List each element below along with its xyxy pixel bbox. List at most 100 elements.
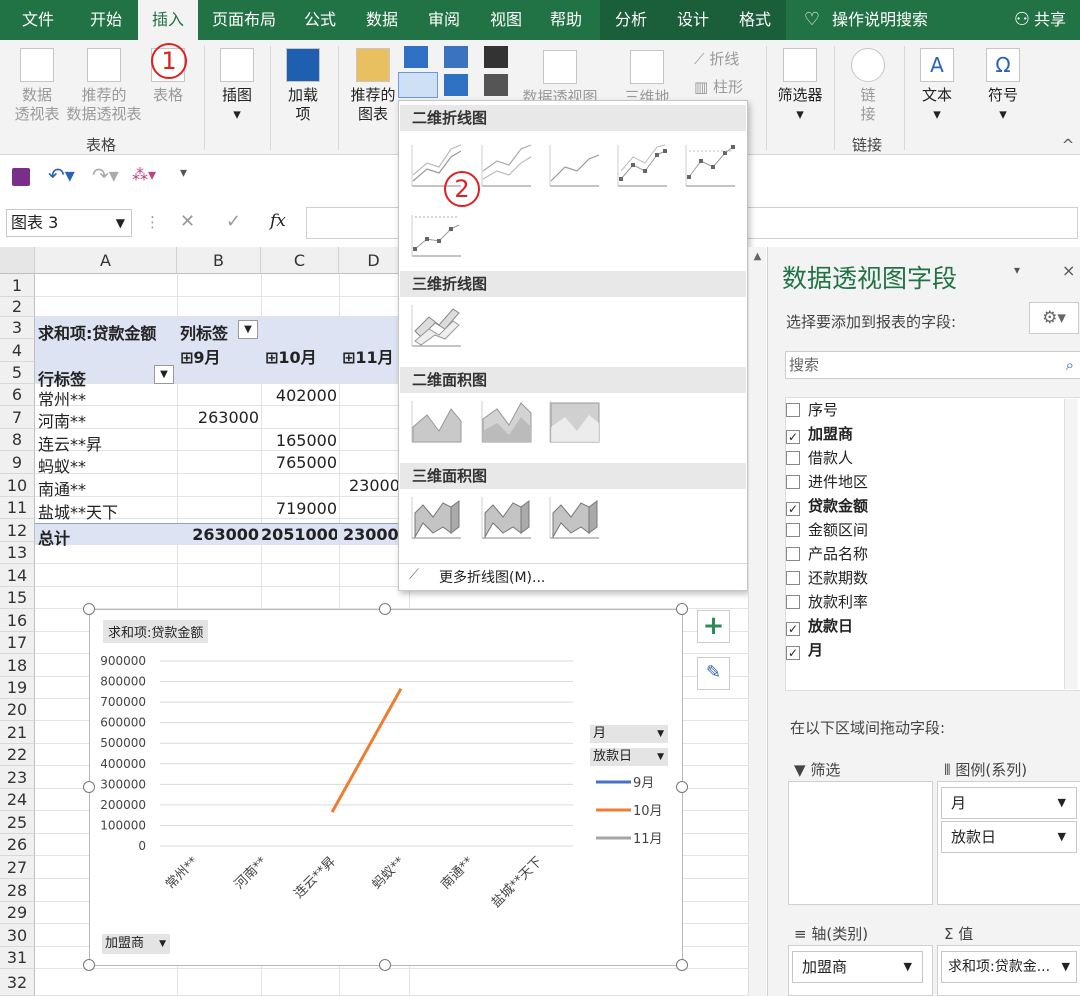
filter-zone[interactable] — [788, 781, 933, 905]
thumb-stacked-area[interactable] — [479, 397, 533, 445]
row-header[interactable]: 1 — [0, 274, 35, 297]
row-header[interactable]: 24 — [0, 789, 35, 811]
row-header[interactable]: 27 — [0, 856, 35, 879]
legend-label[interactable]: 10月 — [633, 804, 663, 819]
symbol-button[interactable]: Ω 符号 ▾ — [980, 48, 1026, 124]
gear-icon[interactable]: ⚙▾ — [1029, 302, 1079, 334]
field-item[interactable]: ✓ 加盟商 — [786, 423, 853, 445]
waterfall-chart-icon[interactable] — [484, 46, 508, 68]
row-header[interactable]: 10 — [0, 474, 35, 497]
field-checkbox[interactable]: ✓ — [786, 502, 800, 516]
column-header-c[interactable]: C — [261, 247, 339, 274]
line-chart-button[interactable] — [398, 72, 438, 98]
row-header[interactable]: 15 — [0, 587, 35, 609]
resize-handle[interactable] — [676, 781, 688, 793]
chart-elements-plus-icon[interactable]: + — [697, 610, 730, 643]
scroll-up-icon[interactable]: ▲ — [749, 251, 766, 262]
tab-formulas[interactable]: 公式 — [292, 0, 348, 40]
cancel-icon[interactable]: ✕ — [180, 211, 195, 232]
values-item[interactable]: 求和项:贷款金... ▼ — [941, 951, 1077, 983]
thumb-stacked-line-markers[interactable] — [683, 141, 737, 189]
column-header-a[interactable]: A — [35, 247, 177, 274]
more-line-charts-link[interactable]: 更多折线图(M)... — [439, 567, 545, 587]
thumb-3d-area[interactable] — [409, 493, 463, 541]
legend-item-date[interactable]: 放款日 ▼ — [941, 821, 1077, 853]
tab-file[interactable]: 文件 — [8, 0, 68, 40]
close-pane-icon[interactable]: × — [1062, 261, 1075, 280]
pivot-chart-button[interactable]: 数据透视图 — [520, 50, 600, 107]
thumb-100-stacked-line[interactable] — [547, 141, 601, 189]
row-header[interactable]: 6 — [0, 384, 35, 406]
row-header[interactable]: 28 — [0, 879, 35, 902]
chart-styles-brush-icon[interactable]: ✎ — [697, 657, 730, 690]
name-box[interactable]: 图表 3 ▼ — [6, 209, 132, 237]
pivot-month-9[interactable]: ⊞9月 — [180, 344, 221, 368]
row-header[interactable]: 8 — [0, 429, 35, 451]
redo-icon[interactable]: ↷▾ — [92, 163, 119, 187]
tab-page-layout[interactable]: 页面布局 — [204, 0, 284, 40]
statistic-chart-icon[interactable] — [444, 74, 468, 96]
save-icon[interactable] — [12, 168, 30, 186]
row-header[interactable]: 30 — [0, 924, 35, 947]
collapse-ribbon-icon[interactable]: ^ — [1060, 136, 1076, 155]
pivot-month-10[interactable]: ⊞10月 — [265, 344, 317, 368]
field-item[interactable]: 序号 — [786, 399, 838, 421]
thumb-area[interactable] — [409, 397, 463, 445]
field-checkbox[interactable]: ✓ — [786, 430, 800, 444]
tab-format[interactable]: 格式 — [724, 0, 786, 40]
row-header[interactable]: 17 — [0, 632, 35, 654]
pivot-chart[interactable]: 900000 800000 700000 600000 500000 400000 3000… — [89, 609, 683, 966]
sparkline-column-button[interactable]: ▥ 柱形 — [694, 78, 754, 97]
row-header[interactable]: 19 — [0, 677, 35, 699]
resize-handle[interactable] — [379, 959, 391, 971]
field-item[interactable]: ✓ 贷款金额 — [786, 495, 868, 517]
resize-handle[interactable] — [83, 781, 95, 793]
resize-handle[interactable] — [83, 603, 95, 615]
row-header[interactable]: 9 — [0, 451, 35, 474]
row-header[interactable]: 26 — [0, 834, 35, 856]
row-labels-filter-button[interactable]: ▼ — [154, 365, 174, 384]
row-header[interactable]: 5 — [0, 362, 35, 384]
text-button[interactable]: A 文本 ▾ — [914, 48, 960, 124]
row-header[interactable]: 20 — [0, 699, 35, 721]
legend-label[interactable]: 11月 — [633, 832, 663, 847]
axis-item[interactable]: 加盟商 ▼ — [792, 951, 923, 983]
field-item[interactable]: 还款期数 — [786, 567, 868, 589]
legend-item-month[interactable]: 月 ▼ — [941, 787, 1077, 819]
field-item[interactable]: 进件地区 — [786, 471, 868, 493]
field-list-scrollbar[interactable] — [1064, 399, 1078, 689]
field-checkbox[interactable] — [786, 523, 800, 537]
row-header[interactable]: 3 — [0, 317, 35, 339]
row-header[interactable]: 11 — [0, 497, 35, 519]
customize-qat-icon[interactable]: ▾ — [180, 165, 187, 181]
row-header[interactable]: 25 — [0, 811, 35, 834]
column-chart-icon[interactable] — [404, 46, 428, 68]
tab-home[interactable]: 开始 — [76, 0, 136, 40]
field-item[interactable]: 金额区间 — [786, 519, 868, 541]
tab-data[interactable]: 数据 — [354, 0, 410, 40]
enter-icon[interactable]: ✓ — [226, 211, 241, 232]
thumb-3d-line[interactable] — [409, 301, 463, 349]
row-header[interactable]: 31 — [0, 947, 35, 969]
field-checkbox[interactable] — [786, 475, 800, 489]
tab-view[interactable]: 视图 — [478, 0, 534, 40]
field-checkbox[interactable] — [786, 595, 800, 609]
row-header[interactable]: 7 — [0, 406, 35, 429]
link-button[interactable]: 链 接 — [846, 48, 890, 124]
recommended-charts-button[interactable]: 推荐的 图表 — [348, 48, 398, 124]
thumb-100-stacked-area[interactable] — [547, 397, 601, 445]
field-item[interactable]: 产品名称 — [786, 543, 868, 565]
pivot-month-11[interactable]: ⊞11月 — [342, 344, 398, 368]
field-checkbox[interactable] — [786, 571, 800, 585]
chart-value-field-button[interactable]: 求和项:贷款金额 — [103, 620, 209, 643]
row-header[interactable]: 32 — [0, 969, 35, 996]
row-header[interactable]: 4 — [0, 339, 35, 362]
color-scheme-icon[interactable]: ⁂▾ — [132, 165, 156, 184]
legend-field-date-button[interactable]: 放款日 ▼ — [590, 748, 668, 766]
tab-design[interactable]: 设计 — [662, 0, 724, 40]
row-header[interactable]: 22 — [0, 744, 35, 766]
row-header[interactable]: 13 — [0, 542, 35, 564]
resize-handle[interactable] — [83, 959, 95, 971]
function-icon[interactable]: fx — [270, 211, 286, 231]
field-item[interactable]: 放款利率 — [786, 591, 868, 613]
